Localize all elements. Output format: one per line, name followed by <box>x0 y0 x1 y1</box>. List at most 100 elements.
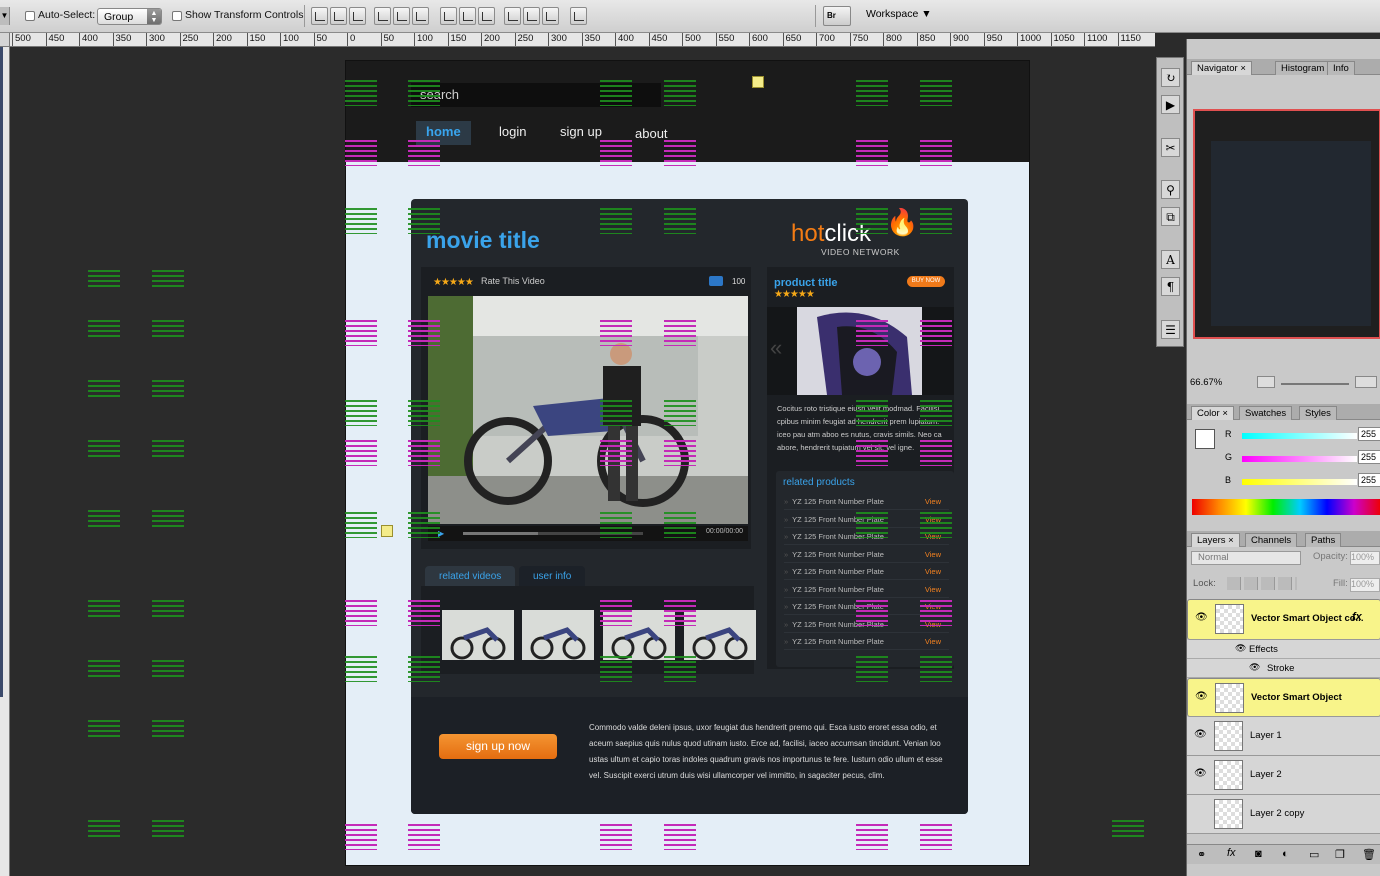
distribute-hcenter-button[interactable] <box>523 7 540 25</box>
tab-related-videos[interactable]: related videos <box>425 566 516 588</box>
layer-effect-row[interactable]: 👁 Effects <box>1187 640 1380 659</box>
layer-row[interactable]: 👁 Layer 1 <box>1187 717 1380 756</box>
previous-arrow-icon[interactable]: « <box>770 335 782 361</box>
opacity-field[interactable]: 100% <box>1350 551 1380 565</box>
tab-info[interactable]: Info <box>1327 61 1355 75</box>
distribute-left-button[interactable] <box>504 7 521 25</box>
zoom-slider[interactable] <box>1281 383 1349 385</box>
history-icon[interactable]: ↻ <box>1161 68 1180 87</box>
foreground-swatch[interactable] <box>1195 429 1215 449</box>
eye-icon[interactable] <box>1194 807 1206 817</box>
related-product-item[interactable]: »YZ 125 Front Number Plate View <box>784 493 949 510</box>
new-layer-icon[interactable]: ❐ <box>1335 848 1345 861</box>
group-icon[interactable]: ▭ <box>1309 848 1319 861</box>
video-frame[interactable] <box>428 296 748 524</box>
related-product-item[interactable]: »YZ 125 Front Number Plate View <box>784 563 949 580</box>
auto-align-button[interactable] <box>570 7 587 25</box>
horizontal-ruler[interactable]: 500 450 400 350 300 250 200 150 100 50 0 50 100 150 20… <box>10 33 1155 47</box>
view-link[interactable]: View <box>925 563 941 580</box>
fill-field[interactable]: 100% <box>1350 578 1380 592</box>
related-video-thumb[interactable] <box>442 610 514 660</box>
lock-icons[interactable] <box>1227 577 1297 590</box>
color-channel-value[interactable]: 255 <box>1358 450 1380 464</box>
related-product-item[interactable]: »YZ 125 Front Number Plate View <box>784 633 949 650</box>
zoom-in-button[interactable] <box>1355 376 1377 388</box>
zoom-value[interactable]: 66.67% <box>1190 377 1222 388</box>
blend-mode-dropdown[interactable]: Normal <box>1191 551 1301 565</box>
align-top-button[interactable] <box>311 7 328 25</box>
fx-icon[interactable]: fx <box>1352 611 1362 623</box>
layer-row[interactable]: 👁 Vector Smart Object co... fx <box>1187 599 1380 640</box>
color-channel-slider[interactable] <box>1242 479 1357 485</box>
navigator-preview[interactable] <box>1193 109 1380 339</box>
align-hcenter-button[interactable] <box>393 7 410 25</box>
align-bottom-button[interactable] <box>349 7 366 25</box>
rate-label[interactable]: Rate This Video <box>481 276 545 286</box>
bridge-button[interactable]: Br <box>823 6 851 26</box>
show-transform-checkbox[interactable] <box>172 11 182 21</box>
nav-login[interactable]: login <box>489 121 536 145</box>
related-product-item[interactable]: »YZ 125 Front Number Plate View <box>784 546 949 563</box>
buy-now-button[interactable]: BUY NOW <box>907 276 945 287</box>
tab-channels[interactable]: Channels <box>1245 533 1298 547</box>
distribute-right-button[interactable] <box>542 7 559 25</box>
related-video-thumb[interactable] <box>522 610 594 660</box>
color-channel-value[interactable]: 255 <box>1358 427 1380 441</box>
eye-icon[interactable]: 👁 <box>1194 768 1207 779</box>
view-link[interactable]: View <box>925 493 941 510</box>
character-icon[interactable]: A <box>1161 250 1180 269</box>
vertical-ruler[interactable] <box>0 47 10 876</box>
related-product-item[interactable]: »YZ 125 Front Number Plate View <box>784 581 949 598</box>
view-link[interactable]: View <box>925 546 941 563</box>
auto-select-dropdown[interactable]: Group ▲ ▼ <box>97 8 162 25</box>
color-channel-slider[interactable] <box>1242 433 1357 439</box>
close-icon[interactable]: × <box>1228 535 1234 546</box>
view-link[interactable]: View <box>925 633 941 650</box>
zoom-out-button[interactable] <box>1257 376 1275 388</box>
auto-select-checkbox[interactable] <box>25 11 35 21</box>
distribute-top-button[interactable] <box>440 7 457 25</box>
sign-up-now-button[interactable]: sign up now <box>439 734 557 759</box>
layer-effect-row[interactable]: 👁 Stroke <box>1187 659 1380 678</box>
layer-row[interactable]: Layer 2 copy <box>1187 795 1380 834</box>
layer-row[interactable]: 👁 Vector Smart Object <box>1187 678 1380 717</box>
eye-icon[interactable]: 👁 <box>1195 691 1208 702</box>
paragraph-icon[interactable]: ¶ <box>1161 277 1180 296</box>
eye-icon[interactable]: 👁 <box>1195 612 1208 623</box>
tool-preset-arrow[interactable]: ▼ <box>0 7 10 25</box>
tab-paths[interactable]: Paths <box>1305 533 1342 547</box>
rating-stars[interactable]: ★★★★★ <box>433 277 474 288</box>
link-layers-icon[interactable]: ⚭ <box>1197 848 1206 861</box>
tab-layers[interactable]: Layers × <box>1191 533 1240 547</box>
tab-user-info[interactable]: user info <box>519 566 586 588</box>
brushes-icon[interactable]: ⚲ <box>1161 180 1180 199</box>
eye-icon[interactable]: 👁 <box>1235 643 1246 654</box>
eye-icon[interactable]: 👁 <box>1249 662 1260 673</box>
tab-navigator[interactable]: Navigator × <box>1191 61 1252 75</box>
tool-presets-icon[interactable]: ✂ <box>1161 138 1180 157</box>
color-channel-value[interactable]: 255 <box>1358 473 1380 487</box>
view-link[interactable]: View <box>925 581 941 598</box>
eye-icon[interactable]: 👁 <box>1194 729 1207 740</box>
align-left-button[interactable] <box>374 7 391 25</box>
fx-icon[interactable]: fx <box>1227 847 1236 859</box>
tab-swatches[interactable]: Swatches <box>1239 406 1293 420</box>
clone-source-icon[interactable]: ⧉ <box>1161 207 1180 226</box>
layer-comps-icon[interactable]: ☰ <box>1161 320 1180 339</box>
distribute-vcenter-button[interactable] <box>459 7 476 25</box>
align-right-button[interactable] <box>412 7 429 25</box>
distribute-bottom-button[interactable] <box>478 7 495 25</box>
color-channel-slider[interactable] <box>1242 456 1357 462</box>
mask-icon[interactable]: ◙ <box>1255 848 1262 860</box>
comment-icon[interactable] <box>709 276 723 286</box>
tab-styles[interactable]: Styles <box>1299 406 1337 420</box>
actions-icon[interactable]: ▶ <box>1161 95 1180 114</box>
note-icon[interactable] <box>381 525 393 537</box>
tab-histogram[interactable]: Histogram <box>1275 61 1331 75</box>
note-icon[interactable] <box>752 76 764 88</box>
tab-color[interactable]: Color × <box>1191 406 1234 420</box>
layer-row[interactable]: 👁 Layer 2 <box>1187 756 1380 795</box>
workspace-menu[interactable]: Workspace ▼ <box>866 8 932 20</box>
product-title[interactable]: product title <box>774 277 838 289</box>
close-icon[interactable]: × <box>1240 63 1246 74</box>
